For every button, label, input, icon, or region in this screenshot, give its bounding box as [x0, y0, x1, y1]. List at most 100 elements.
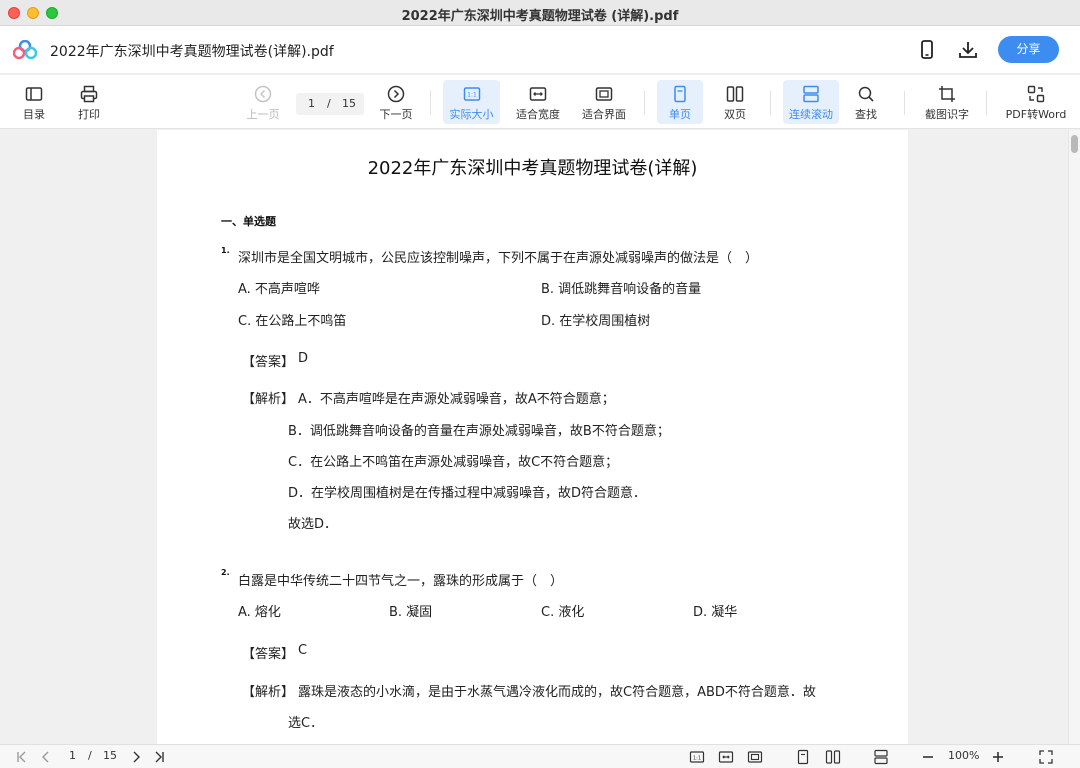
crop-icon	[939, 86, 955, 102]
single-page-label: 单页	[669, 108, 691, 121]
page-separator: /	[327, 97, 331, 110]
svg-text:1:1: 1:1	[467, 92, 477, 99]
app-logo-icon	[13, 40, 37, 60]
analysis-line: 露珠是液态的小水滴，是由于水蒸气遇冷液化而成的，故C符合题意，ABD不符合题意．…	[298, 685, 816, 700]
fit-width-label: 适合宽度	[516, 108, 560, 121]
prev-page-button[interactable]: 上一页	[243, 80, 283, 124]
analysis-line: 故选D．	[288, 517, 338, 532]
document-title: 2022年广东深圳中考真题物理试卷(详解).pdf	[50, 44, 334, 60]
answer-value: C	[298, 643, 308, 658]
next-page-label: 下一页	[379, 108, 413, 121]
mobile-phone-icon[interactable]	[916, 39, 938, 61]
analysis-line: 选C．	[288, 716, 324, 731]
single-page-icon[interactable]	[795, 749, 811, 765]
status-page-separator: /	[88, 749, 92, 762]
page-number-field[interactable]: 1 / 15	[296, 93, 364, 115]
status-bar: 1 / 15 1:1 100%	[0, 744, 1080, 768]
actual-size-icon[interactable]: 1:1	[689, 749, 705, 765]
pdf-to-word-label: PDF转Word	[1005, 108, 1067, 121]
option-d: D. 凝华	[693, 605, 738, 620]
continuous-scroll-icon[interactable]	[873, 749, 889, 765]
pdf-to-word-button[interactable]: PDF转Word	[1000, 80, 1072, 124]
chevron-right-circle-icon	[387, 85, 405, 103]
scrollbar-thumb[interactable]	[1071, 135, 1078, 153]
printer-icon	[80, 85, 98, 103]
fullscreen-icon[interactable]	[1038, 749, 1054, 765]
analysis-tag: 【解析】	[242, 685, 295, 700]
last-page-icon[interactable]	[151, 749, 167, 765]
print-button[interactable]: 打印	[69, 80, 109, 124]
toc-label: 目录	[23, 108, 45, 121]
option-c: C. 在公路上不鸣笛	[238, 314, 347, 329]
toc-button[interactable]: 目录	[14, 80, 54, 124]
page-title: 2022年广东深圳中考真题物理试卷(详解)	[367, 158, 698, 179]
zoom-in-icon[interactable]	[990, 749, 1006, 765]
search-button[interactable]: 查找	[846, 80, 886, 124]
option-b: B. 凝固	[389, 605, 433, 620]
continuous-scroll-button[interactable]: 连续滚动	[783, 80, 839, 124]
document-viewport[interactable]: 2022年广东深圳中考真题物理试卷(详解) 一、单选题 1. 深圳市是全国文明城…	[0, 130, 1068, 744]
option-d: D. 在学校周围植树	[541, 314, 651, 329]
toolbar-divider	[904, 91, 905, 115]
prev-page-label: 上一页	[246, 108, 280, 121]
app-header: 2022年广东深圳中考真题物理试卷(详解).pdf 分享	[0, 26, 1080, 74]
fit-page-button[interactable]: 适合界面	[578, 80, 630, 124]
section-heading: 一、单选题	[221, 215, 276, 228]
search-icon	[858, 86, 874, 102]
question-stem: 深圳市是全国文明城市，公民应该控制噪声，下列不属于在声源处减弱噪声的做法是（ ）	[238, 251, 759, 266]
search-label: 查找	[855, 108, 877, 121]
option-b: B. 调低跳舞音响设备的音量	[541, 282, 702, 297]
window-title: 2022年广东深圳中考真题物理试卷 (详解).pdf	[401, 9, 679, 24]
vertical-scrollbar[interactable]	[1068, 130, 1080, 744]
fit-page-icon[interactable]	[747, 749, 763, 765]
total-pages: 15	[342, 97, 356, 110]
toolbar-divider	[986, 91, 987, 115]
actual-size-label: 实际大小	[449, 108, 494, 121]
continuous-scroll-icon	[803, 85, 819, 103]
question-number: 2.	[221, 568, 230, 577]
fit-width-button[interactable]: 适合宽度	[512, 80, 564, 124]
fit-width-icon[interactable]	[718, 749, 734, 765]
double-page-icon[interactable]	[825, 749, 841, 765]
continuous-scroll-label: 连续滚动	[789, 108, 833, 121]
prev-page-icon[interactable]	[38, 749, 54, 765]
question-number: 1.	[221, 246, 230, 255]
first-page-icon[interactable]	[14, 749, 30, 765]
double-page-button[interactable]: 双页	[713, 80, 757, 124]
share-button[interactable]: 分享	[998, 36, 1059, 63]
sidebar-icon	[25, 87, 43, 101]
toolbar-divider	[644, 91, 645, 115]
convert-icon	[1027, 85, 1045, 103]
pdf-page: 2022年广东深圳中考真题物理试卷(详解) 一、单选题 1. 深圳市是全国文明城…	[157, 130, 908, 744]
status-current-page[interactable]: 1	[69, 749, 76, 762]
actual-size-icon: 1:1	[463, 87, 480, 101]
print-label: 打印	[78, 108, 100, 121]
answer-tag: 【答案】	[242, 647, 295, 662]
fit-page-icon	[595, 87, 613, 101]
current-page: 1	[308, 97, 315, 110]
actual-size-button[interactable]: 1:1 实际大小	[443, 80, 500, 124]
option-c: C. 液化	[541, 605, 585, 620]
download-icon[interactable]	[957, 39, 979, 61]
single-page-icon	[674, 85, 686, 103]
ocr-label: 截图识字	[925, 108, 969, 121]
answer-tag: 【答案】	[242, 355, 295, 370]
answer-value: D	[298, 351, 309, 366]
toolbar-divider	[770, 91, 771, 115]
analysis-tag: 【解析】	[242, 392, 295, 407]
single-page-button[interactable]: 单页	[657, 80, 703, 124]
zoom-out-icon[interactable]	[920, 749, 936, 765]
next-page-button[interactable]: 下一页	[376, 80, 416, 124]
fit-page-label: 适合界面	[582, 108, 626, 121]
zoom-level[interactable]: 100%	[948, 749, 979, 762]
status-total-pages: 15	[103, 749, 117, 762]
double-page-icon	[726, 86, 744, 102]
ocr-button[interactable]: 截图识字	[920, 80, 974, 124]
fit-width-icon	[529, 87, 547, 101]
option-a: A. 熔化	[238, 605, 281, 620]
analysis-line: C．在公路上不鸣笛在声源处减弱噪音，故C不符合题意；	[288, 455, 619, 470]
next-page-icon[interactable]	[128, 749, 144, 765]
chevron-left-circle-icon	[254, 85, 272, 103]
toolbar-divider	[430, 91, 431, 115]
analysis-line: B．调低跳舞音响设备的音量在声源处减弱噪音，故B不符合题意；	[288, 424, 670, 439]
